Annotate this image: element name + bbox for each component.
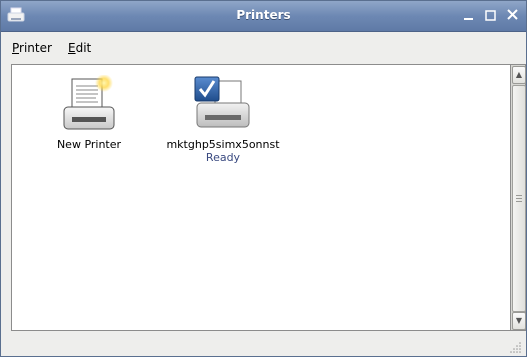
printer-item-new[interactable]: New Printer (46, 74, 132, 151)
menu-bar: Printer Edit (2, 32, 525, 62)
vertical-scrollbar[interactable]: ▲ ▼ (510, 64, 526, 331)
menu-printer[interactable]: Printer (12, 41, 52, 55)
printers-window: Printers Printer Edit New Printer mktghp… (0, 0, 527, 357)
close-icon[interactable] (504, 6, 522, 24)
title-bar[interactable]: Printers (1, 1, 526, 32)
printer-name: New Printer (56, 138, 122, 151)
grip-line (516, 198, 522, 199)
grip-line (516, 201, 522, 202)
menu-edit[interactable]: Edit (68, 41, 91, 55)
menu-printer-label: rinter (19, 41, 52, 55)
grip-line (516, 195, 522, 196)
printer-name: mktghp5simx5onnst (166, 138, 280, 151)
new-printer-icon (63, 74, 115, 130)
maximize-icon[interactable] (482, 6, 500, 24)
menu-edit-mnemonic: E (68, 41, 76, 55)
printer-item-mktghp5simx5onnst[interactable]: mktghp5simx5onnst Ready (158, 73, 288, 164)
scrollbar-thumb[interactable] (512, 85, 526, 312)
menu-edit-label: dit (75, 41, 92, 55)
menu-printer-mnemonic: P (12, 41, 20, 55)
minimize-icon[interactable] (460, 6, 478, 24)
printer-status: Ready (205, 151, 241, 164)
scroll-down-icon[interactable]: ▼ (512, 312, 526, 330)
printer-icon-view[interactable]: New Printer mktghp5simx5onnst Ready (11, 64, 511, 331)
scroll-up-icon[interactable]: ▲ (512, 66, 526, 84)
status-bar (2, 333, 525, 356)
window-title: Printers (236, 8, 291, 22)
resize-grip-icon[interactable] (510, 341, 522, 353)
default-printer-icon (194, 76, 250, 128)
